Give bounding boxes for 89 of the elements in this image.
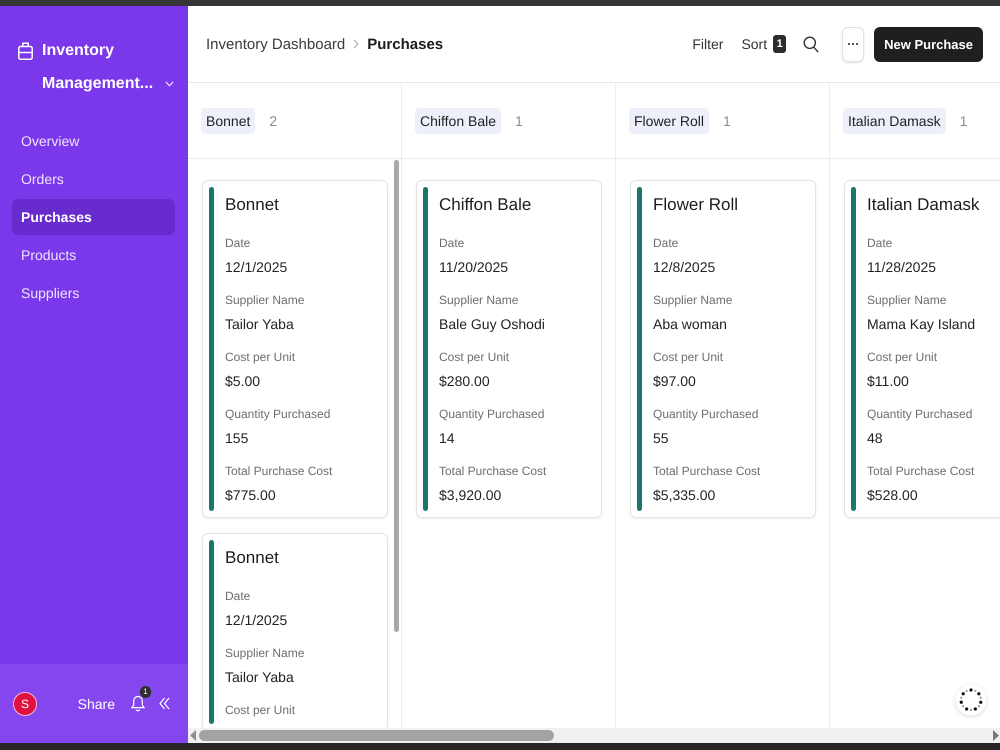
bell-icon[interactable] <box>131 695 145 712</box>
field-value: $5,335.00 <box>653 486 716 505</box>
card-title: Bonnet <box>225 194 280 216</box>
new-purchase-button[interactable]: New Purchase <box>874 26 983 62</box>
field-label: Total Purchase Cost <box>867 463 976 479</box>
field-value: 12/8/2025 <box>653 258 716 277</box>
field-value: 11/20/2025 <box>439 258 510 277</box>
purchase-card[interactable]: Bonnet Date 12/1/2025 Supplier Name Tailor Yaba Cost per Unit <box>202 533 388 728</box>
sidebar-item[interactable]: Orders <box>12 161 175 197</box>
field-label: Date <box>867 235 894 251</box>
filter-button[interactable]: Filter <box>692 36 724 52</box>
field-label: Date <box>653 235 680 251</box>
field-value: 155 <box>225 429 250 448</box>
field-label: Supplier Name <box>439 292 520 308</box>
group-label: Chiffon Bale <box>415 108 502 134</box>
field-value: $280.00 <box>439 372 491 391</box>
field-value: Mama Kay Island <box>867 315 976 334</box>
sort-count-badge: 1 <box>773 35 786 53</box>
field-label: Total Purchase Cost <box>225 463 334 479</box>
search-button[interactable] <box>803 36 820 52</box>
field-label: Supplier Name <box>225 645 306 661</box>
field-value: Bale Guy Oshodi <box>439 315 546 334</box>
purchase-card[interactable]: Bonnet Date 12/1/2025 Supplier Name Tailor Yaba Cost per Unit $5.00 Quantity Purchased 155 Total Purchase Cost $775.00 <box>202 180 388 518</box>
group-count: 2 <box>269 112 278 128</box>
field-value: $775.00 <box>225 486 277 505</box>
field-label: Supplier Name <box>225 292 306 308</box>
group-label: Flower Roll <box>629 108 710 134</box>
field-label: Date <box>439 235 466 251</box>
field-value: $5.00 <box>225 372 262 391</box>
chevron-down-icon[interactable] <box>165 81 174 87</box>
field-label: Quantity Purchased <box>225 406 332 422</box>
purchase-card[interactable]: Italian Damask Date 11/28/2025 Supplier Name Mama Kay Island Cost per Unit $11.00 Quantity Purchased 48 Total Purchase Cost $528.00 <box>844 180 1000 518</box>
scroll-right-arrow-icon[interactable] <box>993 730 999 741</box>
field-label: Total Purchase Cost <box>439 463 548 479</box>
share-link[interactable]: Share <box>78 696 115 712</box>
field-value: 12/1/2025 <box>225 611 288 630</box>
field-label: Supplier Name <box>867 292 948 308</box>
field-label: Date <box>225 588 252 604</box>
field-label: Supplier Name <box>653 292 734 308</box>
notification-badge: 1 <box>140 686 151 698</box>
field-label: Cost per Unit <box>653 349 724 365</box>
field-value: $3,920.00 <box>439 486 502 505</box>
field-label: Cost per Unit <box>225 349 296 365</box>
field-label: Cost per Unit <box>225 702 296 718</box>
chevron-right-icon <box>353 39 360 49</box>
field-label: Date <box>225 235 252 251</box>
sort-button[interactable]: Sort 1 <box>741 35 786 53</box>
user-avatar[interactable]: S <box>13 692 37 716</box>
group-count: 1 <box>960 112 968 128</box>
field-value: 11/28/2025 <box>867 258 938 277</box>
group-label: Italian Damask <box>843 108 946 134</box>
field-label: Total Purchase Cost <box>653 463 762 479</box>
app-title[interactable]: Inventory Management... <box>42 34 159 100</box>
sidebar-item[interactable]: Products <box>12 237 175 273</box>
search-icon <box>803 36 820 52</box>
field-label: Cost per Unit <box>439 349 510 365</box>
card-title: Italian Damask <box>867 194 980 216</box>
group-count: 1 <box>515 112 523 128</box>
field-value: 12/1/2025 <box>225 258 288 277</box>
field-value: 14 <box>439 429 456 448</box>
field-value: $528.00 <box>867 486 919 505</box>
scrollbar-thumb[interactable] <box>394 160 399 632</box>
sidebar-item[interactable]: Suppliers <box>12 275 175 311</box>
group-label: Bonnet <box>201 108 256 134</box>
field-label: Cost per Unit <box>867 349 938 365</box>
field-value: $11.00 <box>867 372 910 391</box>
purchase-card[interactable]: Chiffon Bale Date 11/20/2025 Supplier Name Bale Guy Oshodi Cost per Unit $280.00 Quantity Purchased 14 Total Purchase Cost $3,920.00 <box>416 180 602 518</box>
scrollbar-thumb[interactable] <box>199 730 554 741</box>
breadcrumb-current: Purchases <box>367 36 444 52</box>
sidebar-item[interactable]: Purchases <box>12 199 175 235</box>
double-chevron-left-icon[interactable] <box>159 697 170 710</box>
field-label: Quantity Purchased <box>653 406 760 422</box>
field-value: Aba woman <box>653 315 728 334</box>
field-value: Tailor Yaba <box>225 668 295 687</box>
sidebar-item[interactable]: Overview <box>12 123 175 159</box>
card-title: Bonnet <box>225 547 280 569</box>
card-title: Flower Roll <box>653 194 740 216</box>
card-title: Chiffon Bale <box>439 194 532 216</box>
scroll-left-arrow-icon[interactable] <box>190 730 196 741</box>
briefcase-icon <box>18 42 33 60</box>
field-value: 48 <box>867 429 884 448</box>
field-label: Quantity Purchased <box>439 406 546 422</box>
field-value: 55 <box>653 429 670 448</box>
field-value: Tailor Yaba <box>225 315 295 334</box>
field-label: Quantity Purchased <box>867 406 974 422</box>
purchase-card[interactable]: Flower Roll Date 12/8/2025 Supplier Name Aba woman Cost per Unit $97.00 Quantity Purchased 55 Total Purchase Cost $5,335.00 <box>630 180 816 518</box>
field-value: $97.00 <box>653 372 697 391</box>
breadcrumb-link[interactable]: Inventory Dashboard <box>206 36 346 52</box>
group-count: 1 <box>723 112 731 128</box>
